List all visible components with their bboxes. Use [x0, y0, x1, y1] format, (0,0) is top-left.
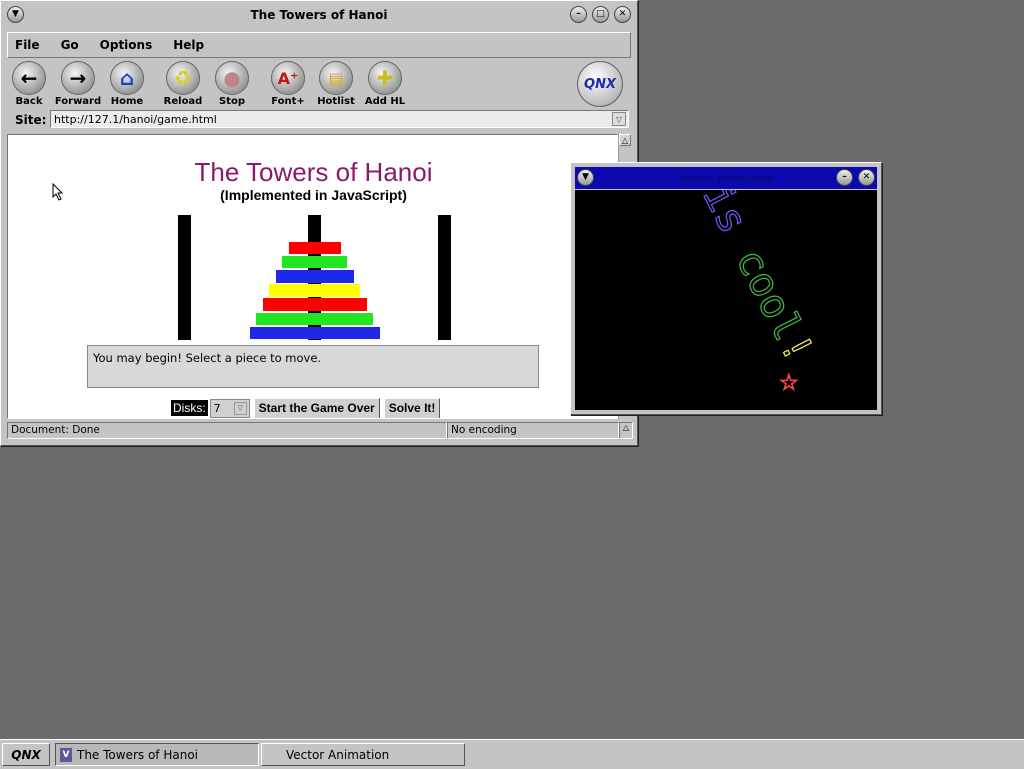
status-encoding: No encoding	[447, 422, 619, 439]
resize-grip-icon[interactable]: △	[619, 422, 633, 439]
home-button[interactable]: ⌂ Home	[103, 59, 151, 107]
mouse-cursor-icon	[52, 183, 64, 201]
star-icon: ☆	[779, 371, 799, 396]
message-box: You may begin! Select a piece to move.	[87, 345, 539, 388]
window-menu-icon[interactable]: ▼	[7, 6, 24, 23]
task-label: Vector Animation	[286, 747, 390, 762]
browser-window: ▼ The Towers of Hanoi – □ ✕ File Go Opti…	[0, 0, 638, 446]
site-bar: Site: http://127.1/hanoi/game.html ▽	[7, 110, 631, 130]
disks-value: 7	[213, 401, 221, 415]
add-hotlist-button[interactable]: ✚ Add HL	[361, 59, 409, 107]
page-title: The Towers of Hanoi	[194, 157, 433, 187]
disk[interactable]	[282, 255, 347, 269]
status-document: Document: Done	[7, 422, 447, 439]
chevron-down-icon[interactable]: ▽	[233, 401, 247, 415]
menu-bar: File Go Options Help	[7, 32, 631, 58]
maximize-icon[interactable]: □	[592, 6, 609, 23]
url-dropdown-icon[interactable]: ▽	[612, 112, 626, 126]
disk[interactable]	[275, 270, 354, 283]
task-label: The Towers of Hanoi	[77, 747, 199, 762]
font-plus-button[interactable]: A⁺ Font+	[264, 59, 312, 107]
status-bar: Document: Done No encoding △	[7, 422, 633, 439]
hotlist-button[interactable]: ▤ Hotlist	[312, 59, 360, 107]
window-menu-icon[interactable]: ▼	[577, 169, 594, 186]
qnx-logo: QNX	[577, 61, 623, 107]
animated-text: QNX is cool!	[650, 190, 822, 370]
back-label: Back	[15, 96, 43, 107]
back-button[interactable]: ← Back	[5, 59, 53, 107]
peg-left[interactable]	[178, 215, 191, 340]
minimize-icon[interactable]: –	[836, 169, 853, 186]
vector-titlebar[interactable]: ▼ Vector Animation – ✕	[575, 167, 877, 189]
disk[interactable]	[269, 284, 360, 297]
animation-canvas: QNX is cool! ☆	[575, 90, 877, 410]
minimize-icon[interactable]: –	[570, 6, 587, 23]
page-content: The Towers of Hanoi (Implemented in Java…	[7, 134, 618, 419]
forward-button[interactable]: → Forward	[54, 59, 102, 107]
toolbar: ← Back → Forward ⌂ Home ♻ Reload ● Stop …	[7, 59, 631, 109]
taskbar: QNX V The Towers of Hanoi Vector Animati…	[0, 739, 1024, 769]
page-subtitle: (Implemented in JavaScript)	[220, 187, 407, 203]
animation-svg: QNX is cool! ☆	[649, 90, 822, 396]
disk[interactable]	[256, 312, 373, 326]
stop-button[interactable]: ● Stop	[208, 59, 256, 107]
home-label: Home	[110, 96, 144, 107]
disk[interactable]	[249, 326, 380, 340]
back-arrow-icon: ←	[12, 61, 46, 95]
browser-app-icon: V	[60, 747, 72, 762]
add-hotlist-icon: ✚	[368, 61, 402, 95]
stop-icon: ●	[215, 61, 249, 95]
peg-right[interactable]	[438, 215, 451, 340]
browser-titlebar[interactable]: ▼ The Towers of Hanoi – □ ✕	[5, 4, 633, 26]
url-text: http://127.1/hanoi/game.html	[54, 112, 217, 126]
hotlist-icon: ▤	[319, 61, 353, 95]
stop-label: Stop	[218, 96, 245, 107]
vector-animation-window: ▼ Vector Animation – ✕ QNX is cool! ☆	[570, 90, 882, 415]
font-plus-icon: A⁺	[271, 61, 305, 95]
close-icon[interactable]: ✕	[858, 169, 875, 186]
disk[interactable]	[262, 298, 367, 312]
font-plus-label: Font+	[271, 96, 305, 107]
disks-select[interactable]: 7 ▽	[209, 398, 250, 418]
message-text: You may begin! Select a piece to move.	[93, 351, 322, 365]
menu-options[interactable]: Options	[100, 38, 153, 52]
close-icon[interactable]: ✕	[614, 6, 631, 23]
menu-file[interactable]: File	[15, 38, 40, 52]
reload-icon: ♻	[166, 61, 200, 95]
menu-go[interactable]: Go	[61, 38, 79, 52]
disks-label: Disks:	[171, 400, 208, 416]
game-controls: Disks: 7 ▽ Start the Game Over Solve It!	[171, 397, 441, 418]
task-towers-of-hanoi[interactable]: V The Towers of Hanoi	[55, 743, 259, 766]
hotlist-label: Hotlist	[317, 96, 355, 107]
reload-label: Reload	[163, 96, 203, 107]
add-hotlist-label: Add HL	[364, 96, 406, 107]
site-label: Site:	[15, 113, 47, 127]
forward-label: Forward	[54, 96, 102, 107]
vector-window-title: Vector Animation	[678, 171, 774, 185]
solve-button[interactable]: Solve It!	[383, 397, 441, 418]
reload-button[interactable]: ♻ Reload	[159, 59, 207, 107]
task-vector-animation[interactable]: Vector Animation	[261, 743, 465, 766]
scroll-up-icon[interactable]: △	[619, 134, 631, 146]
disk[interactable]	[288, 241, 341, 255]
browser-window-title: The Towers of Hanoi	[250, 8, 388, 22]
qnx-start-button[interactable]: QNX	[2, 743, 50, 766]
start-over-button[interactable]: Start the Game Over	[253, 397, 380, 418]
menu-help[interactable]: Help	[173, 38, 204, 52]
home-icon: ⌂	[110, 61, 144, 95]
url-input[interactable]: http://127.1/hanoi/game.html ▽	[50, 110, 629, 128]
forward-arrow-icon: →	[61, 61, 95, 95]
